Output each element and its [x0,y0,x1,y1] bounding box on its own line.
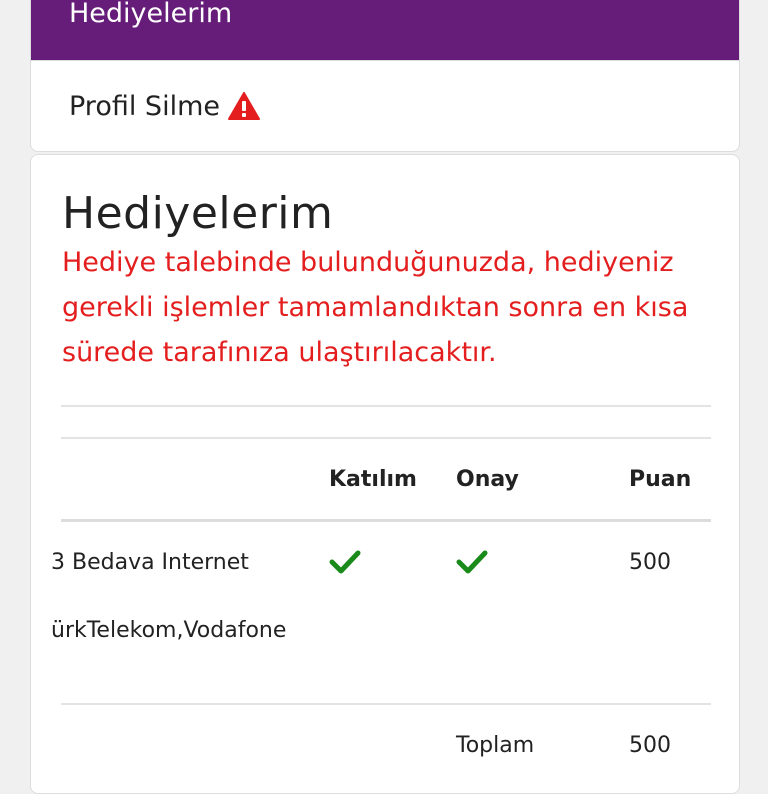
profile-menu: Hediyelerim Profil Silme [30,0,740,152]
divider [61,405,711,407]
participation-check-icon [329,550,361,574]
total-value: 500 [629,733,671,758]
gift-notice: Hediye talebinde bulunduğunuzda, hediyen… [62,247,689,368]
col-header-points: Puan [629,467,692,492]
gift-points: 500 [629,550,671,575]
menu-item-profile-delete[interactable]: Profil Silme [31,60,739,151]
gifts-card: Hediyelerim Hediye talebinde bulunduğunu… [30,154,740,794]
row-border [61,703,711,705]
gift-operators: ürkTelekom,Vodafone [51,618,287,643]
page-title: Hediyelerim [62,188,334,239]
gift-name: 3 Bedava Internet [51,550,249,575]
col-header-approval: Onay [456,467,519,492]
warning-icon [227,92,260,120]
table-top-border [61,437,711,439]
menu-item-gifts[interactable]: Hediyelerim [31,0,739,60]
col-header-participation: Katılım [329,467,417,492]
menu-item-gifts-label: Hediyelerim [69,0,233,29]
total-label: Toplam [456,733,535,758]
table-header-border [61,519,711,522]
menu-item-profile-delete-label: Profil Silme [69,90,220,122]
approval-check-icon [456,550,488,574]
